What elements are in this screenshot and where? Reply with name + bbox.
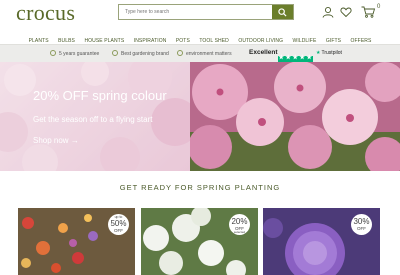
search-icon [278,8,287,17]
arrow-right-icon: → [70,136,79,145]
badge-percent: 30% [353,217,370,226]
search-input[interactable] [119,5,273,19]
badge-label: OFF [114,227,123,233]
environment-label: environment matters [186,51,232,57]
hero-banner[interactable]: 20% OFF spring colour Get the season off… [0,62,400,171]
brand-label: Best gardening brand [121,51,169,57]
rating-word: Excellent [249,49,278,56]
trustpilot-logo[interactable]: Trustpilot [316,50,341,56]
discount-badge: 30% OFF [351,214,372,235]
guarantee-item: 5 years guarantee [50,50,99,57]
promo-card-1[interactable]: up to 50% OFF [18,208,135,275]
badge-percent: 20% [231,217,248,226]
hero-subtitle: Get the season off to a flying start [33,115,153,124]
trust-bar: 5 years guarantee Best gardening brand e… [0,44,400,62]
promo-card-2[interactable]: 20% OFF selected [141,208,258,275]
section-title: GET READY FOR SPRING PLANTING [119,183,281,192]
account-icon[interactable] [322,6,334,18]
discount-badge: up to 50% OFF [108,214,129,235]
shop-now-label: Shop now [33,136,69,145]
logo[interactable]: crocus [16,0,75,26]
discount-badge: 20% OFF selected [229,214,250,235]
brand-item: Best gardening brand [112,50,169,57]
badge-percent: 50% [110,218,127,228]
hero-photo [188,62,400,171]
site-header: crocus 0 [0,0,400,28]
main-nav: PLANTS BULBS HOUSE PLANTS INSPIRATION PO… [0,29,400,44]
award-icon [112,50,118,56]
hero-rhododendron [188,62,400,171]
environment-item: environment matters [177,50,232,57]
badge-sub: selected [233,230,246,234]
cart-count: 0 [377,4,381,10]
shop-now-link[interactable]: Shop now → [33,136,79,145]
leaf-icon [177,50,183,56]
heart-icon[interactable] [340,6,352,18]
cart-icon[interactable] [361,6,376,18]
guarantee-icon [50,50,56,56]
hero-title: 20% OFF spring colour [33,88,167,103]
promo-card-3[interactable]: 30% OFF [263,208,380,275]
search-bar [118,4,294,20]
badge-label: OFF [357,226,366,231]
search-button[interactable] [272,5,293,19]
guarantee-label: 5 years guarantee [59,51,100,57]
